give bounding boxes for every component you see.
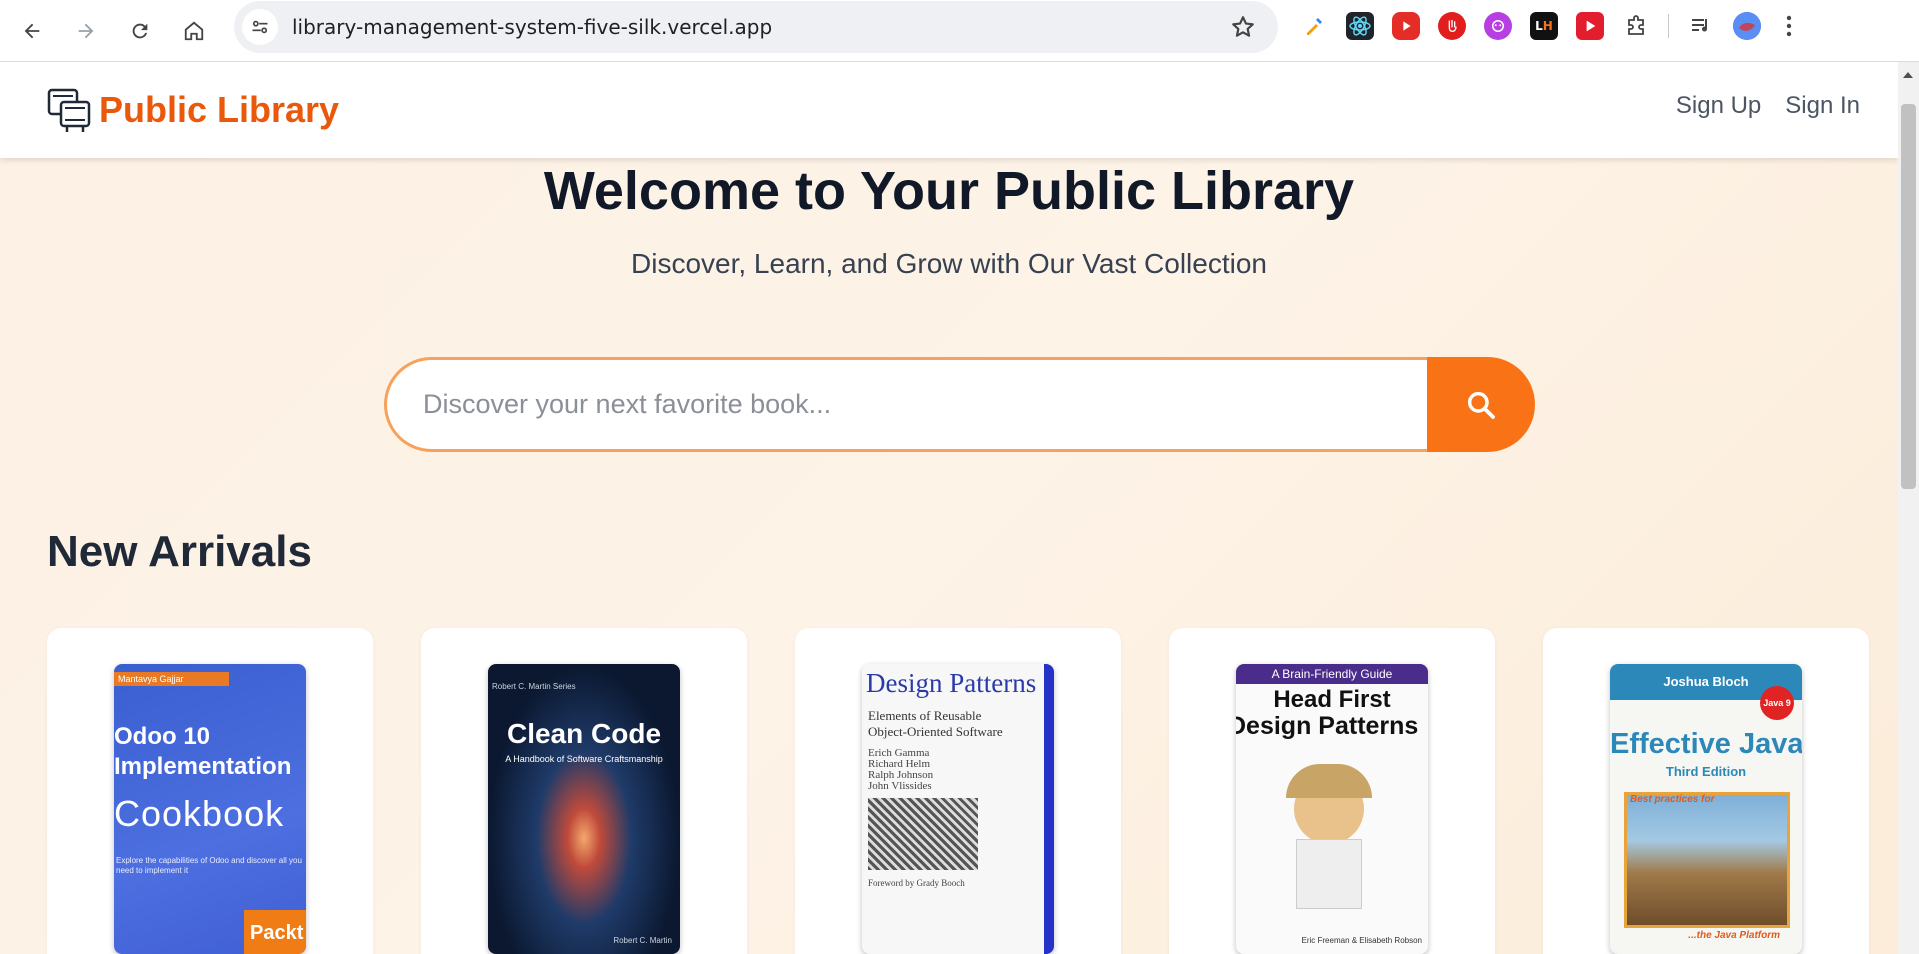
sign-in-link[interactable]: Sign In xyxy=(1785,92,1860,120)
youtube-icon[interactable] xyxy=(1392,12,1420,40)
toolbar-separator xyxy=(1668,14,1669,38)
search-icon xyxy=(1467,391,1495,419)
cover-title-line2: Implementation xyxy=(114,753,292,780)
brand-logo[interactable]: Public Library xyxy=(47,86,339,134)
stop-icon[interactable] xyxy=(1438,12,1466,40)
cover-badge: Java 9 xyxy=(1760,686,1794,720)
auth-links: Sign Up Sign In xyxy=(1676,92,1860,120)
cover-foreword: Foreword by Grady Booch xyxy=(868,878,965,888)
cover-blurb: Explore the capabilities of Odoo and dis… xyxy=(116,856,302,875)
cover-title: Design Patterns xyxy=(866,668,1037,698)
book-cover[interactable]: Design Patterns Elements of Reusable Obj… xyxy=(862,664,1054,954)
kebab-menu-icon[interactable] xyxy=(1779,6,1799,46)
hero-subtitle: Discover, Learn, and Grow with Our Vast … xyxy=(631,248,1267,279)
browser-toolbar: library-management-system-five-silk.verc… xyxy=(0,0,1919,62)
cover-title-line1: Head First xyxy=(1273,686,1391,713)
page-scrollbar[interactable] xyxy=(1898,62,1919,954)
book-grid: Mantavya Gajjar Odoo 10 Implementation C… xyxy=(47,628,1869,954)
bookmark-star-icon[interactable] xyxy=(1230,14,1256,40)
book-cover[interactable]: Mantavya Gajjar Odoo 10 Implementation C… xyxy=(114,664,306,954)
book-cover[interactable]: Joshua Bloch Java 9 Effective Java Third… xyxy=(1610,664,1802,954)
book-card[interactable]: A Brain-Friendly Guide Head First Design… xyxy=(1169,628,1495,954)
scroll-thumb[interactable] xyxy=(1901,104,1916,489)
cover-title-line3: Cookbook xyxy=(114,793,285,834)
book-card[interactable]: Robert C. Martin Series Clean Code A Han… xyxy=(421,628,747,954)
react-devtools-icon[interactable] xyxy=(1346,12,1374,40)
back-button[interactable] xyxy=(12,11,52,51)
cover-tag: A Brain-Friendly Guide xyxy=(1236,664,1428,684)
nav-controls xyxy=(12,11,214,51)
home-icon xyxy=(184,21,204,40)
library-logo-icon xyxy=(47,88,91,132)
cover-title-line1: Odoo 10 xyxy=(114,723,211,750)
puzzle-icon[interactable] xyxy=(1622,12,1650,40)
page-viewport: Public Library Sign Up Sign In Welcome t… xyxy=(0,62,1898,954)
search-button[interactable] xyxy=(1427,357,1535,452)
profile-avatar-icon[interactable] xyxy=(1733,12,1761,40)
book-cover[interactable]: A Brain-Friendly Guide Head First Design… xyxy=(1236,664,1428,954)
cover-subtitle: A Handbook of Software Craftsmanship xyxy=(505,754,663,764)
book-card[interactable]: Joshua Bloch Java 9 Effective Java Third… xyxy=(1543,628,1869,954)
reload-icon xyxy=(132,23,148,38)
cover-subtitle-line2: Object-Oriented Software xyxy=(868,724,1003,739)
extensions-bar: LH xyxy=(1300,8,1799,44)
hero-title: Welcome to Your Public Library xyxy=(543,161,1355,221)
bot-icon[interactable] xyxy=(1484,12,1512,40)
cover-title-line2: Design Patterns xyxy=(1236,712,1419,740)
new-arrivals-heading: New Arrivals xyxy=(47,527,312,576)
sign-up-link[interactable]: Sign Up xyxy=(1676,92,1761,120)
cover-authors: Eric Freeman & Elisabeth Robson xyxy=(1301,936,1423,945)
cover-photo-hair xyxy=(1286,764,1372,798)
cover-subtitle-line1: Elements of Reusable xyxy=(868,708,982,723)
cover-author-4: John Vlissides xyxy=(868,780,932,792)
url-text[interactable]: library-management-system-five-silk.verc… xyxy=(292,15,772,39)
cover-tagline: Best practices for xyxy=(1630,794,1715,805)
address-bar[interactable]: library-management-system-five-silk.verc… xyxy=(234,1,1278,53)
forward-button[interactable] xyxy=(66,11,106,51)
cover-author: Robert C. Martin xyxy=(613,936,672,945)
book-card[interactable]: Mantavya Gajjar Odoo 10 Implementation C… xyxy=(47,628,373,954)
cover-author: Mantavya Gajjar xyxy=(114,672,230,686)
back-arrow-icon xyxy=(24,23,40,38)
book-card[interactable]: Design Patterns Elements of Reusable Obj… xyxy=(795,628,1121,954)
cover-platform: ...the Java Platform xyxy=(1688,930,1780,941)
book-cover[interactable]: Robert C. Martin Series Clean Code A Han… xyxy=(488,664,680,954)
lighthouse-icon[interactable]: LH xyxy=(1530,12,1558,40)
cover-series: Robert C. Martin Series xyxy=(492,682,576,691)
cover-illustration xyxy=(1624,792,1790,928)
reload-button[interactable] xyxy=(120,11,160,51)
forward-arrow-icon xyxy=(78,23,94,38)
media-icon[interactable] xyxy=(1687,12,1715,40)
cover-photo-body xyxy=(1296,839,1362,909)
cover-publisher: Packt xyxy=(244,910,306,954)
video-icon[interactable] xyxy=(1576,12,1604,40)
cover-illustration xyxy=(868,798,978,870)
scroll-up-arrow-icon[interactable] xyxy=(1903,72,1913,78)
brand-name[interactable]: Public Library xyxy=(99,89,339,131)
site-settings-icon[interactable] xyxy=(242,9,278,45)
cover-edition: Third Edition xyxy=(1665,764,1747,779)
site-navbar: Public Library Sign Up Sign In xyxy=(0,62,1898,158)
cover-title: Effective Java xyxy=(1610,728,1802,760)
home-button[interactable] xyxy=(174,11,214,51)
search-input[interactable] xyxy=(384,357,1427,452)
color-picker-icon[interactable] xyxy=(1300,12,1328,40)
cover-title: Clean Code xyxy=(506,718,662,749)
search-bar xyxy=(384,357,1535,452)
